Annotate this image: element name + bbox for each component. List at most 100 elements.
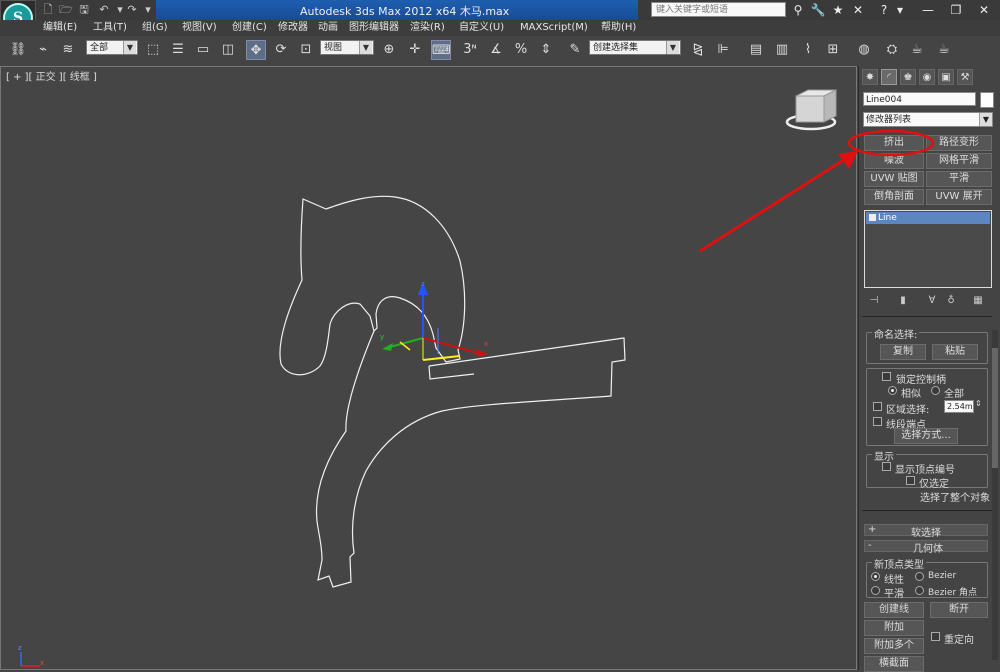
unwrap-uvw-button[interactable]: UVW 展开 bbox=[926, 189, 992, 205]
remove-modifier-icon[interactable]: ♁ bbox=[943, 294, 959, 308]
select-by-button[interactable]: 选择方式... bbox=[894, 428, 958, 444]
close-window-icon[interactable]: ✕ bbox=[976, 2, 992, 18]
render-production-icon[interactable]: ☕ bbox=[934, 40, 954, 60]
schematic-view-icon[interactable]: ⊞ bbox=[823, 40, 843, 60]
selected-only-checkbox[interactable] bbox=[906, 476, 915, 485]
stack-expand-icon[interactable] bbox=[869, 214, 876, 221]
all-radio[interactable] bbox=[931, 386, 940, 395]
customize-quick-access-icon[interactable]: ▾ bbox=[140, 2, 156, 17]
menu-modifiers[interactable]: 修改器 bbox=[278, 20, 308, 36]
lock-handles-checkbox[interactable] bbox=[882, 372, 891, 381]
horse-spline-outline[interactable] bbox=[279, 195, 626, 588]
help-dropdown-icon[interactable]: ▾ bbox=[892, 2, 908, 18]
create-panel-tab-icon[interactable]: ✸ bbox=[862, 69, 878, 85]
redo-icon[interactable]: ↷ bbox=[124, 2, 140, 17]
rectangular-selection-icon[interactable]: ▭ bbox=[193, 40, 213, 60]
open-file-icon[interactable]: 🗁 bbox=[58, 2, 74, 17]
bind-space-warp-icon[interactable]: ≋ bbox=[58, 40, 78, 60]
smooth-button[interactable]: 平滑 bbox=[926, 171, 992, 187]
select-scale-icon[interactable]: ⊡ bbox=[296, 40, 316, 60]
menu-group[interactable]: 组(G) bbox=[142, 20, 168, 36]
pivot-center-icon[interactable]: ⊕ bbox=[379, 40, 399, 60]
search-input[interactable]: 键入关键字或短语 bbox=[651, 2, 786, 17]
select-by-name-icon[interactable]: ☰ bbox=[168, 40, 188, 60]
menu-maxscript[interactable]: MAXScript(M) bbox=[520, 20, 588, 36]
menu-create[interactable]: 创建(C) bbox=[232, 20, 267, 36]
object-color-swatch[interactable] bbox=[980, 92, 994, 108]
restore-icon[interactable]: ❐ bbox=[948, 2, 964, 18]
wrench-icon[interactable]: 🔧 bbox=[810, 2, 826, 18]
show-end-result-icon[interactable]: ▮ bbox=[895, 294, 911, 308]
attach-button[interactable]: 附加 bbox=[864, 620, 924, 636]
named-selection-dropdown[interactable]: 创建选择集 ▼ bbox=[589, 40, 681, 55]
select-rotate-icon[interactable]: ⟳ bbox=[271, 40, 291, 60]
favorites-icon[interactable]: ★ bbox=[830, 2, 846, 18]
similar-radio[interactable] bbox=[888, 386, 897, 395]
object-name-field[interactable]: Line004 bbox=[863, 92, 976, 106]
copy-button[interactable]: 复制 bbox=[880, 344, 926, 360]
menu-help[interactable]: 帮助(H) bbox=[601, 20, 636, 36]
render-setup-icon[interactable]: ⛭ bbox=[882, 40, 902, 60]
show-vertex-numbers-checkbox[interactable] bbox=[882, 462, 891, 471]
area-selection-checkbox[interactable] bbox=[873, 402, 882, 411]
new-file-icon[interactable]: 🗋 bbox=[40, 2, 56, 17]
spinner-arrows-icon[interactable]: ⇕ bbox=[975, 399, 982, 408]
paste-button[interactable]: 粘贴 bbox=[932, 344, 978, 360]
modifier-list-dropdown[interactable]: 修改器列表 ▼ bbox=[863, 112, 993, 127]
unlink-icon[interactable]: ⌁ bbox=[33, 40, 53, 60]
percent-snap-icon[interactable]: % bbox=[511, 40, 531, 60]
hierarchy-panel-tab-icon[interactable]: ♚ bbox=[900, 69, 916, 85]
uvw-map-button[interactable]: UVW 贴图 bbox=[864, 171, 924, 187]
motion-panel-tab-icon[interactable]: ◉ bbox=[919, 69, 935, 85]
rendered-frame-window-icon[interactable]: ☕ bbox=[907, 40, 927, 60]
bevel-profile-button[interactable]: 倒角剖面 bbox=[864, 189, 924, 205]
linear-radio[interactable] bbox=[871, 572, 880, 581]
ribbon-toggle-icon[interactable]: ▥ bbox=[772, 40, 792, 60]
make-unique-icon[interactable]: ∀ bbox=[924, 294, 940, 308]
configure-modifier-sets-icon[interactable]: ▦ bbox=[970, 294, 986, 308]
bezier-radio[interactable] bbox=[915, 572, 924, 581]
x-close-icon[interactable]: ✕ bbox=[850, 2, 866, 18]
mirror-icon[interactable]: ⧎ bbox=[688, 40, 708, 60]
curve-editor-icon[interactable]: ⌇ bbox=[798, 40, 818, 60]
angle-snap-icon[interactable]: ∡ bbox=[486, 40, 506, 60]
reorient-checkbox[interactable] bbox=[931, 632, 940, 641]
stack-item-line[interactable]: Line bbox=[866, 212, 990, 224]
window-crossing-icon[interactable]: ◫ bbox=[218, 40, 238, 60]
select-manipulate-icon[interactable]: ✛ bbox=[405, 40, 425, 60]
smooth-radio[interactable] bbox=[871, 586, 880, 595]
edit-named-selection-icon[interactable]: ✎ bbox=[565, 40, 585, 60]
save-file-icon[interactable]: 🖫 bbox=[76, 2, 92, 17]
break-button[interactable]: 断开 bbox=[930, 602, 988, 618]
menu-tools[interactable]: 工具(T) bbox=[93, 20, 127, 36]
modify-panel-tab-icon[interactable]: ◜ bbox=[881, 69, 897, 85]
display-panel-tab-icon[interactable]: ▣ bbox=[938, 69, 954, 85]
align-icon[interactable]: ⊫ bbox=[713, 40, 733, 60]
help-icon[interactable]: ? bbox=[876, 2, 892, 18]
view-cube[interactable] bbox=[785, 89, 837, 131]
selection-filter-dropdown[interactable]: 全部 ▼ bbox=[86, 40, 138, 55]
create-line-button[interactable]: 创建线 bbox=[864, 602, 924, 618]
menu-customize[interactable]: 自定义(U) bbox=[459, 20, 504, 36]
utilities-panel-tab-icon[interactable]: ⚒ bbox=[957, 69, 973, 85]
bezier-corner-radio[interactable] bbox=[915, 586, 924, 595]
snaps-toggle-icon[interactable]: 3ᶰ bbox=[460, 40, 480, 60]
minimize-icon[interactable]: — bbox=[920, 2, 936, 18]
scrollbar-thumb[interactable] bbox=[992, 348, 998, 468]
segment-end-checkbox[interactable] bbox=[873, 417, 882, 426]
menu-edit[interactable]: 编辑(E) bbox=[43, 20, 77, 36]
select-object-icon[interactable]: ⬚ bbox=[143, 40, 163, 60]
transform-gizmo[interactable]: z x y bbox=[380, 280, 488, 361]
menu-views[interactable]: 视图(V) bbox=[182, 20, 217, 36]
reference-coordinate-dropdown[interactable]: 视图 ▼ bbox=[320, 40, 374, 55]
select-move-icon[interactable]: ✥ bbox=[246, 40, 266, 60]
area-selection-spinner[interactable]: 2.54m bbox=[944, 400, 974, 413]
menu-animation[interactable]: 动画 bbox=[318, 20, 338, 36]
keyboard-shortcut-override-icon[interactable]: ⌨ bbox=[431, 40, 451, 60]
attach-multiple-button[interactable]: 附加多个 bbox=[864, 638, 924, 654]
layer-manager-icon[interactable]: ▤ bbox=[746, 40, 766, 60]
undo-icon[interactable]: ↶ bbox=[96, 2, 112, 17]
material-editor-icon[interactable]: ◍ bbox=[854, 40, 874, 60]
binoculars-icon[interactable]: ⚲ bbox=[790, 2, 806, 18]
spinner-snap-icon[interactable]: ⇕ bbox=[536, 40, 556, 60]
